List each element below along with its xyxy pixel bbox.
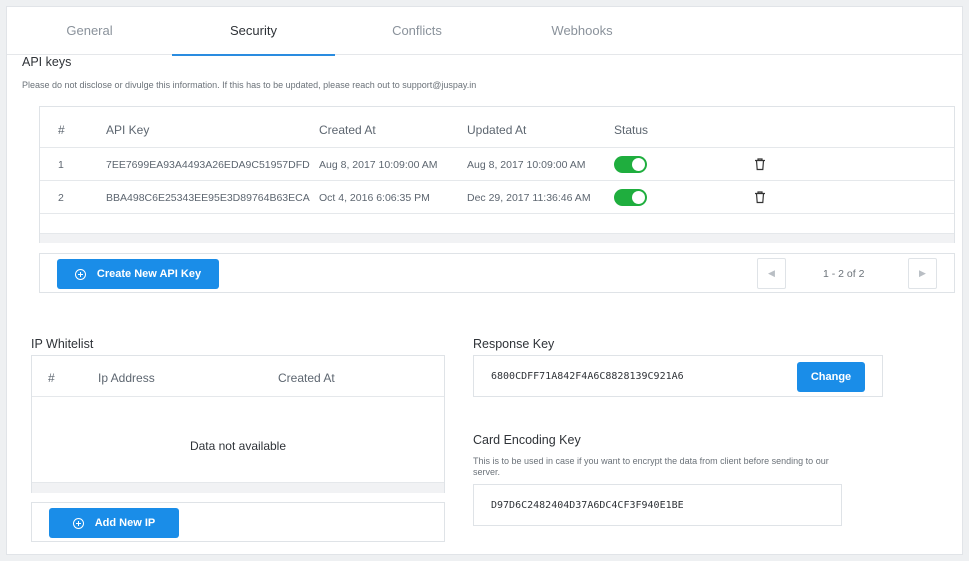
table-scrollbar[interactable] bbox=[40, 233, 954, 243]
table-row-empty bbox=[40, 213, 954, 233]
response-key-value: 6800CDFF71A842F4A6C8828139C921A6 bbox=[491, 371, 684, 382]
tab-general[interactable]: General bbox=[37, 7, 142, 55]
tab-conflicts[interactable]: Conflicts bbox=[362, 7, 472, 55]
pagination-label: 1 - 2 of 2 bbox=[823, 268, 865, 280]
column-header-status: Status bbox=[614, 123, 649, 137]
ip-whitelist-footer: Add New IP bbox=[31, 502, 445, 542]
updated-at-value: Dec 29, 2017 11:36:46 AM bbox=[467, 192, 591, 204]
response-key-title: Response Key bbox=[473, 337, 555, 351]
created-at-value: Aug 8, 2017 10:09:00 AM bbox=[319, 159, 438, 171]
row-number: 1 bbox=[58, 159, 64, 171]
response-key-box: 6800CDFF71A842F4A6C8828139C921A6 Change bbox=[473, 355, 883, 397]
table-row: 2 BBA498C6E25343EE95E3D89764B63ECA Oct 4… bbox=[40, 180, 954, 213]
card-encoding-key-box: D97D6C2482404D37A6DC4CF3F940E1BE bbox=[473, 484, 842, 526]
column-header-api-key: API Key bbox=[106, 123, 150, 137]
row-number: 2 bbox=[58, 192, 64, 204]
table-scrollbar[interactable] bbox=[32, 482, 444, 493]
empty-state: Data not available bbox=[32, 396, 444, 482]
column-header-number: # bbox=[48, 371, 55, 385]
column-header-created-at: Created At bbox=[278, 371, 335, 385]
empty-state-text: Data not available bbox=[189, 439, 287, 453]
column-header-number: # bbox=[58, 123, 65, 137]
add-new-ip-button[interactable]: Add New IP bbox=[49, 508, 179, 538]
pagination-prev-button[interactable]: ◀ bbox=[757, 258, 786, 289]
api-key-value: BBA498C6E25343EE95E3D89764B63ECA bbox=[106, 192, 310, 204]
card-encoding-key-title: Card Encoding Key bbox=[473, 433, 581, 447]
ip-whitelist-title: IP Whitelist bbox=[31, 337, 94, 351]
tab-security[interactable]: Security bbox=[172, 7, 335, 56]
tab-bar: General Security Conflicts Webhooks bbox=[7, 7, 962, 56]
add-new-ip-label: Add New IP bbox=[94, 517, 156, 529]
trash-icon[interactable] bbox=[753, 190, 767, 204]
card-encoding-key-value: D97D6C2482404D37A6DC4CF3F940E1BE bbox=[491, 500, 684, 511]
column-header-updated-at: Updated At bbox=[467, 123, 527, 137]
plus-circle-icon bbox=[72, 517, 84, 529]
create-api-key-label: Create New API Key bbox=[96, 268, 202, 280]
settings-panel: General Security Conflicts Webhooks API … bbox=[6, 6, 963, 555]
column-header-created-at: Created At bbox=[319, 123, 376, 137]
ip-whitelist-table: # Ip Address Created At Data not availab… bbox=[31, 355, 445, 493]
created-at-value: Oct 4, 2016 6:06:35 PM bbox=[319, 192, 430, 204]
status-toggle[interactable] bbox=[614, 156, 647, 173]
status-toggle[interactable] bbox=[614, 189, 647, 206]
table-row: 1 7EE7699EA93A4493A26EDA9C51957DFD Aug 8… bbox=[40, 147, 954, 180]
api-keys-title: API keys bbox=[22, 55, 72, 69]
card-encoding-key-hint: This is to be used in case if you want t… bbox=[473, 456, 829, 477]
plus-circle-icon bbox=[74, 268, 86, 280]
api-key-value: 7EE7699EA93A4493A26EDA9C51957DFD bbox=[106, 159, 310, 171]
create-api-key-button[interactable]: Create New API Key bbox=[57, 259, 219, 289]
api-keys-footer: Create New API Key ◀ 1 - 2 of 2 ▶ bbox=[39, 253, 955, 293]
pagination-next-button[interactable]: ▶ bbox=[908, 258, 937, 289]
api-keys-hint: Please do not disclose or divulge this i… bbox=[22, 80, 477, 90]
change-response-key-button[interactable]: Change bbox=[797, 362, 865, 392]
column-header-ip-address: Ip Address bbox=[98, 371, 155, 385]
trash-icon[interactable] bbox=[753, 157, 767, 171]
tab-webhooks[interactable]: Webhooks bbox=[527, 7, 637, 55]
updated-at-value: Aug 8, 2017 10:09:00 AM bbox=[467, 159, 586, 171]
api-keys-table: # API Key Created At Updated At Status 1… bbox=[39, 106, 955, 243]
